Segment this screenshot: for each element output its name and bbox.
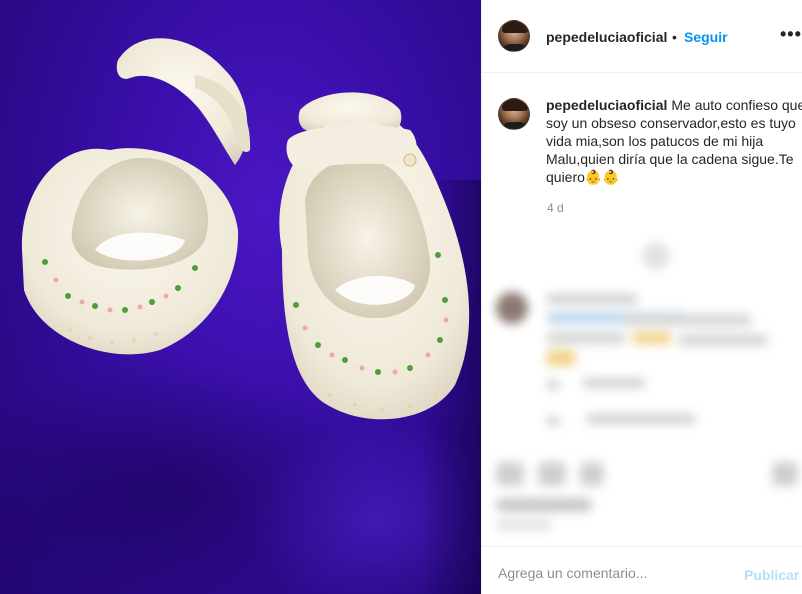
left-bootie: [21, 38, 251, 355]
publish-button[interactable]: Publicar: [744, 567, 799, 583]
author-avatar[interactable]: [498, 20, 530, 52]
more-options-icon[interactable]: •••: [780, 24, 802, 45]
follow-button[interactable]: Seguir: [684, 29, 728, 45]
caption-avatar[interactable]: [498, 98, 530, 130]
blurred-comments-area: [482, 230, 802, 545]
comment-input[interactable]: [498, 565, 728, 581]
baby-booties-illustration: [21, 38, 470, 420]
post-photo[interactable]: [0, 0, 481, 594]
comment-bar: Publicar: [482, 546, 802, 594]
caption-timestamp[interactable]: 4 d: [547, 201, 564, 215]
right-bootie: [279, 92, 470, 420]
caption-text: pepedeluciaoficial Me auto confieso que s…: [546, 96, 802, 186]
post-side-panel: pepedeluciaoficial • Seguir ••• pepedelu…: [481, 0, 802, 594]
post-header: pepedeluciaoficial • Seguir •••: [482, 0, 802, 73]
author-username[interactable]: pepedeluciaoficial: [546, 29, 667, 45]
separator-dot: •: [672, 29, 677, 45]
caption-username[interactable]: pepedeluciaoficial: [546, 97, 667, 113]
